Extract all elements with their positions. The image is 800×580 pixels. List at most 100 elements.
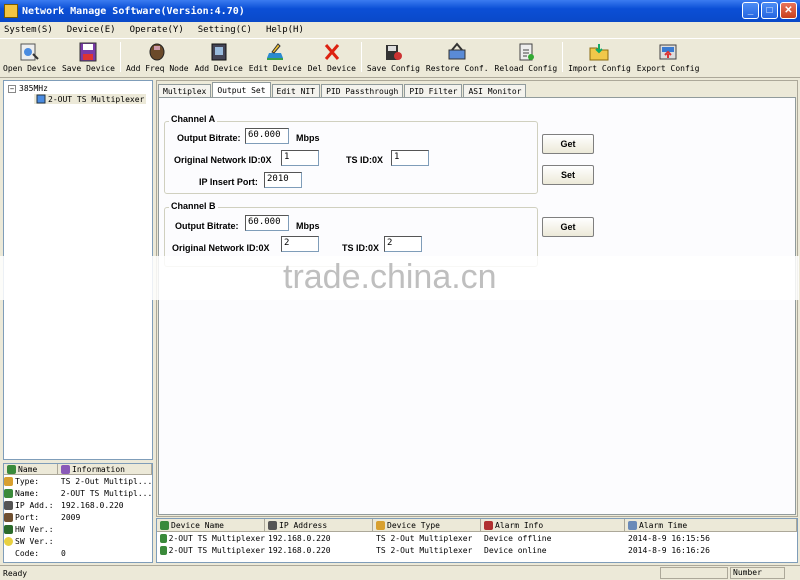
info-header-name[interactable]: Name [4, 464, 58, 474]
tab-multiplex[interactable]: Multiplex [158, 84, 212, 97]
device-icon [36, 94, 46, 104]
export-config-icon [659, 44, 677, 60]
toolbar-separator [360, 42, 362, 72]
reload-config-icon [519, 43, 534, 61]
alarm-header-alarm-time[interactable]: Alarm Time [625, 519, 797, 531]
port-icon [4, 512, 13, 522]
del-device-icon [324, 44, 339, 60]
open-device-icon [20, 43, 40, 61]
device-info-panel: Name Information Type: TS 2-Out Multipl..… [3, 463, 153, 563]
table-row[interactable]: 2-OUT TS Multiplexer 192.168.0.220 TS 2-… [157, 532, 797, 544]
status-text: Ready [3, 568, 28, 578]
name-icon [4, 488, 13, 498]
alarm-header-device-name[interactable]: Device Name [157, 519, 265, 531]
name-column-icon [7, 464, 16, 474]
save-device-button[interactable]: Save Device [59, 37, 118, 77]
information-column-icon [61, 464, 70, 474]
channel-a-tsid-input[interactable]: 1 [391, 150, 429, 166]
save-device-icon [79, 42, 97, 62]
menu-operate[interactable]: Operate(Y) [130, 25, 184, 35]
tab-pid-passthrough[interactable]: PID Passthrough [321, 84, 404, 97]
type-icon [4, 476, 13, 486]
tab-strip: Multiplex Output Set Edit NIT PID Passth… [158, 82, 527, 97]
minimize-button[interactable]: _ [742, 2, 759, 19]
channel-a-port-label: IP Insert Port: [199, 177, 258, 187]
toolbar: Open Device Save Device Add Freq Node Ad… [0, 38, 800, 78]
channel-b-get-button[interactable]: Get [542, 217, 594, 237]
menu-bar: System(S) Device(E) Operate(Y) Setting(C… [0, 22, 800, 38]
maximize-button[interactable]: □ [761, 2, 778, 19]
info-row-hw: HW Ver.: [4, 523, 152, 535]
toolbar-separator [562, 42, 564, 72]
tree-node-multiplexer[interactable]: 2-OUT TS Multiplexer [34, 94, 147, 104]
channel-b-bitrate-unit: Mbps [296, 221, 320, 231]
channel-a-title: Channel A [169, 114, 218, 124]
table-row[interactable]: 2-OUT TS Multiplexer 192.168.0.220 TS 2-… [157, 544, 797, 556]
channel-b-onid-label: Original Network ID:0X [172, 243, 270, 253]
device-name-column-icon [160, 520, 169, 530]
channel-b-onid-input[interactable]: 2 [281, 236, 319, 252]
close-button[interactable]: ✕ [780, 2, 797, 19]
info-row-sw: SW Ver.: [4, 535, 152, 547]
channel-a-port-input[interactable]: 2010 [264, 172, 302, 188]
status-cell [660, 567, 728, 579]
add-freq-node-button[interactable]: Add Freq Node [123, 37, 192, 77]
alarm-header-ip[interactable]: IP Address [265, 519, 373, 531]
channel-a-onid-label: Original Network ID:0X [174, 155, 272, 165]
output-set-pane: Channel A Output Bitrate: 60.000 Mbps Or… [0, 97, 799, 515]
device-icon [160, 533, 167, 543]
tree-root-label: 385MHz [19, 84, 48, 93]
export-config-button[interactable]: Export Config [634, 37, 703, 77]
channel-a-onid-input[interactable]: 1 [281, 150, 319, 166]
channel-a-bitrate-unit: Mbps [296, 133, 320, 143]
channel-a-set-button[interactable]: Set [542, 165, 594, 185]
del-device-button[interactable]: Del Device [305, 37, 359, 77]
menu-setting[interactable]: Setting(C) [198, 25, 252, 35]
alarm-info-column-icon [484, 520, 493, 530]
tab-pid-filter[interactable]: PID Filter [404, 84, 463, 97]
restore-conf-button[interactable]: Restore Conf. [423, 37, 492, 77]
info-row-ip: IP Add.: 192.168.0.220 [4, 499, 152, 511]
alarm-header-device-type[interactable]: Device Type [373, 519, 481, 531]
tree-root-node[interactable]: − 385MHz [8, 84, 48, 93]
channel-b-tsid-input[interactable]: 2 [384, 236, 422, 252]
add-device-button[interactable]: Add Device [192, 37, 246, 77]
tab-edit-nit[interactable]: Edit NIT [271, 84, 321, 97]
lightbulb-icon [4, 536, 13, 546]
info-row-type: Type: TS 2-Out Multipl... [4, 475, 152, 487]
import-config-button[interactable]: Import Config [565, 37, 634, 77]
channel-a-get-button[interactable]: Get [542, 134, 594, 154]
import-config-icon [589, 44, 609, 61]
alarm-list[interactable]: Device Name IP Address Device Type Alarm… [156, 518, 798, 563]
menu-help[interactable]: Help(H) [266, 25, 304, 35]
window-title: Network Manage Software(Version:4.70) [22, 5, 245, 17]
alarm-header-alarm-info[interactable]: Alarm Info [481, 519, 625, 531]
channel-b-bitrate-input[interactable]: 60.000 [245, 215, 289, 231]
ip-column-icon [268, 520, 277, 530]
save-config-icon [386, 45, 403, 60]
ip-icon [4, 500, 13, 510]
add-device-icon [211, 43, 227, 61]
save-config-button[interactable]: Save Config [364, 37, 423, 77]
reload-config-button[interactable]: Reload Config [492, 37, 561, 77]
hardware-icon [4, 524, 13, 534]
status-bar: Ready Number [0, 565, 800, 580]
channel-a-bitrate-input[interactable]: 60.000 [245, 128, 289, 144]
info-header-information[interactable]: Information [58, 464, 152, 474]
channel-a-bitrate-label: Output Bitrate: [177, 133, 241, 143]
tab-output-set[interactable]: Output Set [212, 82, 271, 97]
status-number: Number [730, 567, 785, 579]
open-device-button[interactable]: Open Device [0, 37, 59, 77]
device-icon [160, 545, 167, 555]
device-type-column-icon [376, 520, 385, 530]
add-freq-node-icon [149, 43, 165, 61]
menu-system[interactable]: System(S) [4, 25, 53, 35]
menu-device[interactable]: Device(E) [67, 25, 116, 35]
channel-b-title: Channel B [169, 201, 218, 211]
tree-node-label: 2-OUT TS Multiplexer [48, 94, 145, 104]
tab-asi-monitor[interactable]: ASI Monitor [463, 84, 527, 97]
toolbar-separator [119, 42, 121, 72]
collapse-icon[interactable]: − [8, 84, 16, 93]
edit-device-button[interactable]: Edit Device [246, 37, 305, 77]
app-icon [4, 4, 18, 18]
